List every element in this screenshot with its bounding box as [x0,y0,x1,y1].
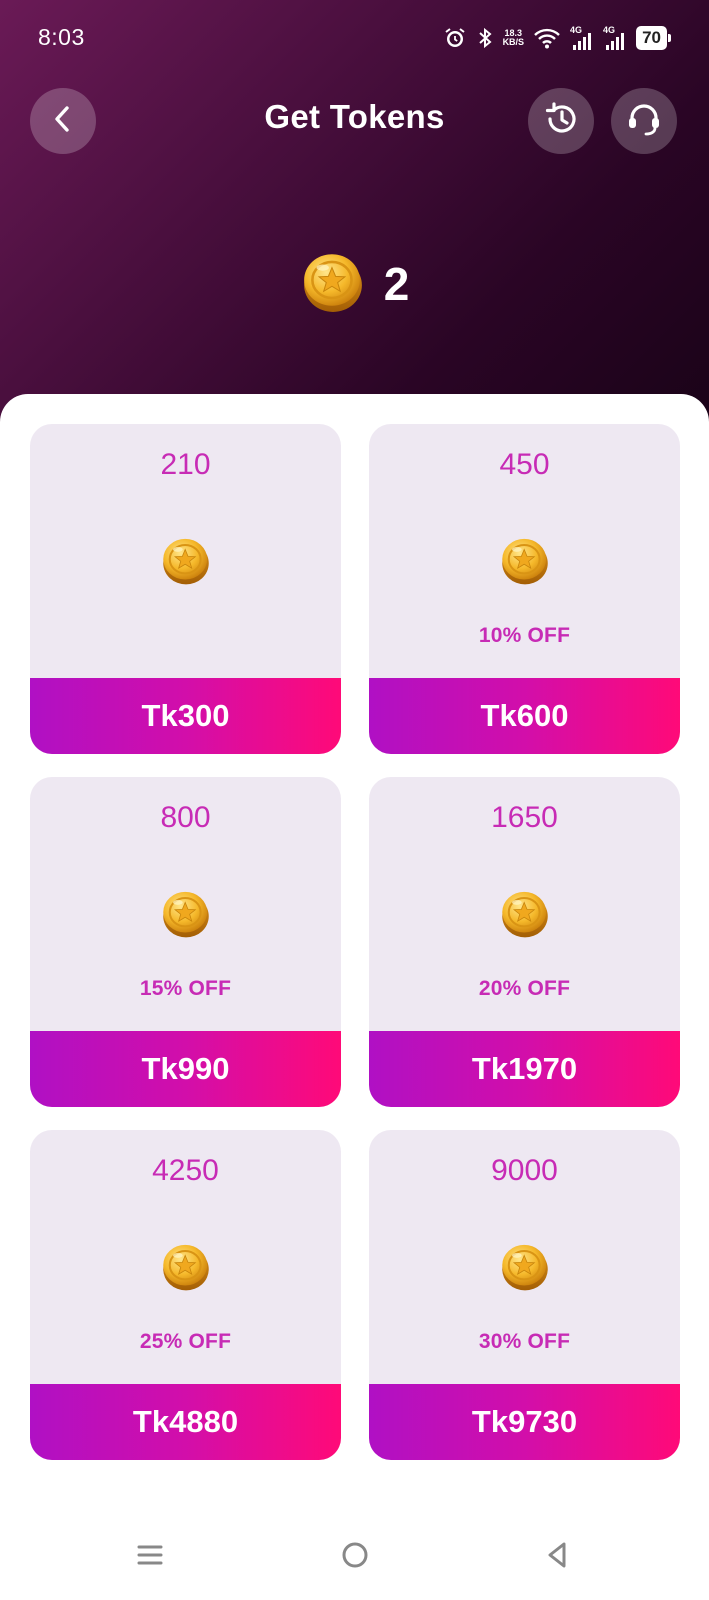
package-grid: 210 Tk300 450 10% OFF Tk600 800 15% OFF … [30,424,680,1460]
home-button[interactable] [325,1532,385,1582]
coin-icon [499,887,551,944]
package-discount: 20% OFF [478,977,571,1000]
package-discount: 15% OFF [139,977,232,1000]
package-price-button[interactable]: Tk300 [30,678,341,754]
package-discount: 25% OFF [139,1330,232,1353]
page-title: Get Tokens [264,98,445,135]
home-circle-icon [340,1540,370,1575]
package-discount: 10% OFF [478,624,571,647]
package-amount: 210 [160,448,211,481]
network-speed: 18.3 KB/S [502,28,525,47]
alarm-icon [443,26,467,50]
signal-sim1-icon: 4G [570,25,594,51]
bluetooth-icon [476,26,494,50]
history-icon [541,99,581,144]
wifi-icon [533,27,561,49]
coin-icon [160,887,212,944]
package-amount: 9000 [491,1154,558,1187]
package-amount: 800 [160,801,211,834]
package-card[interactable]: 210 Tk300 [30,424,341,754]
package-card[interactable]: 1650 20% OFF Tk1970 [369,777,680,1107]
history-button[interactable] [528,88,594,154]
battery-indicator: 70 [636,26,671,50]
package-card[interactable]: 800 15% OFF Tk990 [30,777,341,1107]
package-price-button[interactable]: Tk1970 [369,1031,680,1107]
package-amount: 450 [499,448,550,481]
token-balance: 2 [0,248,709,319]
recent-apps-button[interactable] [120,1532,180,1582]
package-price-button[interactable]: Tk990 [30,1031,341,1107]
status-icons: 18.3 KB/S 4G 4G 70 [443,22,671,54]
coin-icon [499,534,551,591]
back-triangle-icon [544,1540,572,1575]
support-button[interactable] [611,88,677,154]
coin-icon [160,534,212,591]
package-card[interactable]: 4250 25% OFF Tk4880 [30,1130,341,1460]
sim2-label: 4G [603,25,615,35]
headset-icon [624,99,664,144]
menu-icon [136,1541,164,1574]
package-card[interactable]: 450 10% OFF Tk600 [369,424,680,754]
package-amount: 1650 [491,801,558,834]
status-bar: 8:03 18.3 KB/S 4G 4G 70 [0,0,709,78]
package-price-button[interactable]: Tk600 [369,678,680,754]
coin-icon [300,248,366,319]
system-navigation-bar [0,1520,709,1600]
system-back-button[interactable] [528,1532,588,1582]
package-price-button[interactable]: Tk4880 [30,1384,341,1460]
package-price-button[interactable]: Tk9730 [369,1384,680,1460]
signal-sim2-icon: 4G [603,25,627,51]
coin-icon [499,1240,551,1297]
package-card[interactable]: 9000 30% OFF Tk9730 [369,1130,680,1460]
balance-value: 2 [383,257,410,310]
package-amount: 4250 [152,1154,219,1187]
sim1-label: 4G [570,25,582,35]
coin-icon [160,1240,212,1297]
package-discount: 30% OFF [478,1330,571,1353]
status-time: 8:03 [38,24,85,50]
